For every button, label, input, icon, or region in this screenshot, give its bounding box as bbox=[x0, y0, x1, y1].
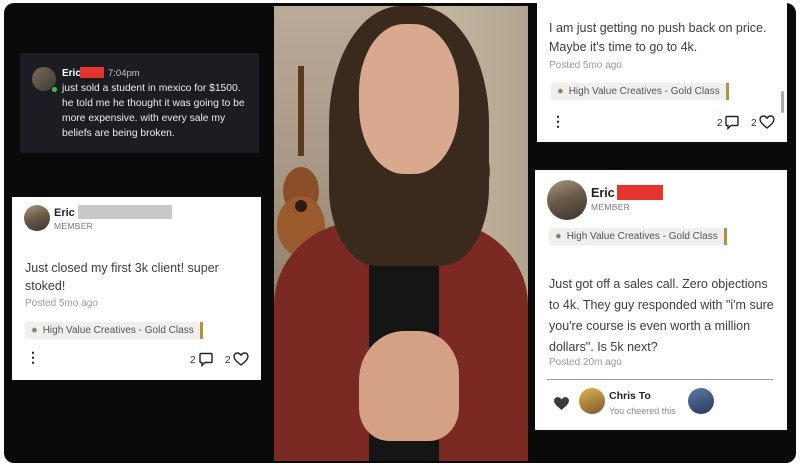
kebab-menu-icon[interactable]: ⋮ bbox=[551, 113, 565, 130]
post-card-bottom-right: Eric MEMBER ✹ High Value Creatives - Gold… bbox=[535, 170, 787, 430]
cheer-name[interactable]: Chris To bbox=[609, 390, 651, 402]
chat-text: just sold a student in mexico for $1500.… bbox=[62, 83, 245, 139]
avatar[interactable] bbox=[24, 205, 50, 231]
like-count: 2 bbox=[751, 118, 757, 129]
author-name[interactable]: Eric bbox=[591, 186, 615, 200]
comment-count: 2 bbox=[190, 355, 196, 366]
course-tag[interactable]: ✹ High Value Creatives - Gold Class bbox=[549, 228, 727, 245]
person-face bbox=[359, 24, 459, 174]
course-badge-icon: ✹ bbox=[557, 87, 564, 96]
divider bbox=[547, 379, 773, 380]
video-frame[interactable] bbox=[274, 6, 528, 461]
scrollbar[interactable] bbox=[781, 91, 784, 113]
comment-count: 2 bbox=[717, 118, 723, 129]
author-name[interactable]: Eric bbox=[54, 207, 75, 219]
redacted-name-bar bbox=[80, 67, 104, 78]
kebab-menu-icon[interactable]: ⋮ bbox=[26, 349, 40, 366]
redacted-name-bar bbox=[78, 205, 172, 219]
avatar[interactable] bbox=[547, 180, 587, 220]
heart-filled-icon[interactable] bbox=[553, 396, 570, 411]
like-count: 2 bbox=[225, 355, 231, 366]
comment-icon[interactable] bbox=[725, 115, 739, 130]
post-card-left: Eric MEMBER Just closed my first 3k clie… bbox=[12, 197, 261, 380]
chat-author: Eric bbox=[62, 68, 81, 79]
course-tag-label: High Value Creatives - Gold Class bbox=[566, 231, 718, 242]
post-time: Posted 5mo ago bbox=[25, 298, 98, 309]
post-text: Just closed my first 3k client! super st… bbox=[25, 261, 219, 293]
post-text: I am just getting no push back on price.… bbox=[549, 21, 767, 54]
course-tag-label: High Value Creatives - Gold Class bbox=[42, 325, 194, 336]
person-hand bbox=[359, 331, 459, 441]
avatar[interactable] bbox=[579, 388, 605, 414]
course-tag[interactable]: ✹ High Value Creatives - Gold Class bbox=[551, 83, 729, 100]
post-time: Posted 20m ago bbox=[549, 357, 622, 368]
chat-message: Eric 7:04pm just sold a student in mexic… bbox=[20, 53, 259, 153]
course-badge-icon: ✹ bbox=[31, 326, 38, 335]
redacted-name-bar bbox=[617, 185, 663, 200]
post-text: Just got off a sales call. Zero objectio… bbox=[549, 277, 774, 354]
heart-icon[interactable] bbox=[233, 352, 249, 366]
post-time: Posted 5mo ago bbox=[549, 60, 622, 71]
member-role: MEMBER bbox=[591, 202, 631, 212]
post-card-top-right: I am just getting no push back on price.… bbox=[537, 3, 787, 142]
heart-icon[interactable] bbox=[759, 115, 775, 129]
chat-time: 7:04pm bbox=[108, 68, 140, 79]
cheer-status: You cheered this bbox=[609, 406, 676, 416]
course-tag[interactable]: ✹ High Value Creatives - Gold Class bbox=[25, 322, 203, 339]
comment-icon[interactable] bbox=[199, 352, 213, 367]
course-badge-icon: ✹ bbox=[555, 232, 562, 241]
collage-frame: Eric 7:04pm just sold a student in mexic… bbox=[4, 3, 796, 463]
course-tag-label: High Value Creatives - Gold Class bbox=[568, 86, 720, 97]
member-role: MEMBER bbox=[54, 221, 94, 231]
online-indicator bbox=[51, 86, 58, 93]
avatar[interactable] bbox=[688, 388, 714, 414]
